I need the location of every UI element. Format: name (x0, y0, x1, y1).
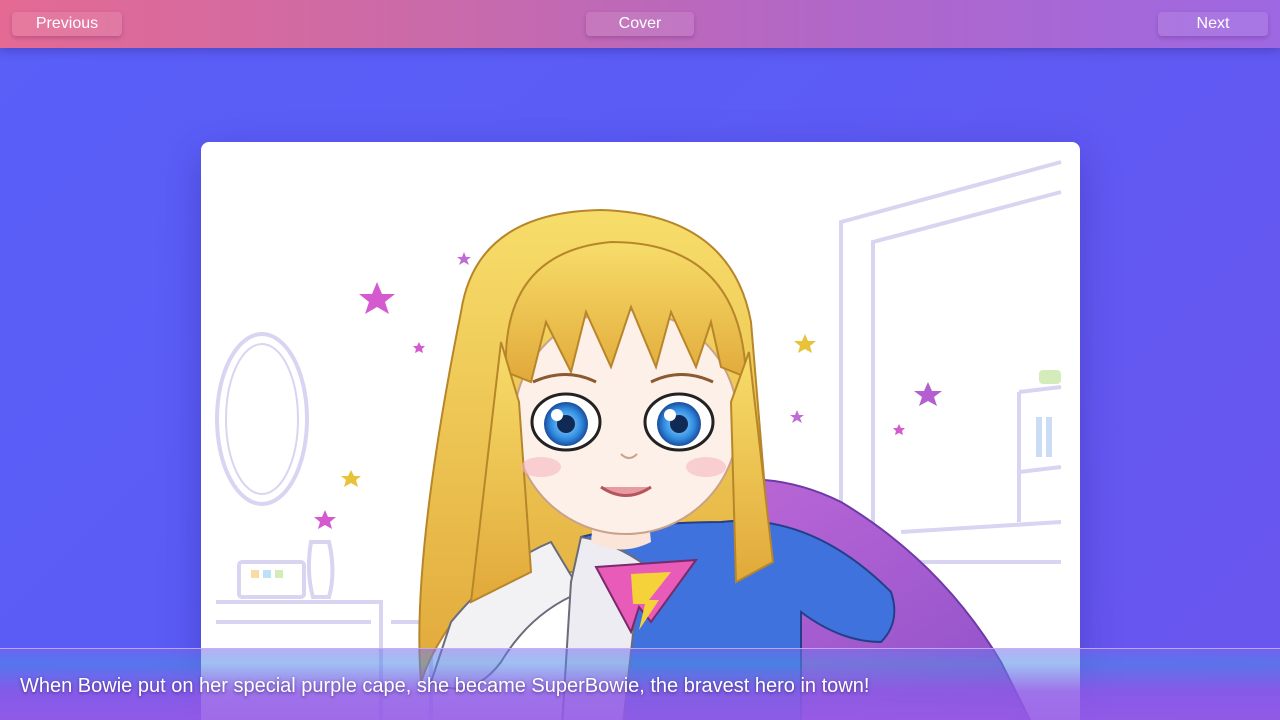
round-mirror (215, 332, 309, 506)
superbowie-illustration (215, 160, 1062, 720)
next-button[interactable]: Next (1158, 12, 1268, 36)
caption-bar: When Bowie put on her special purple cap… (0, 648, 1280, 720)
vase (306, 540, 335, 599)
story-page-card (201, 142, 1080, 720)
top-navigation-bar: Previous Cover Next (0, 0, 1280, 48)
window-frame (839, 160, 1062, 582)
photo-frame (237, 560, 306, 599)
cover-button[interactable]: Cover (586, 12, 694, 36)
previous-button[interactable]: Previous (12, 12, 122, 36)
story-caption: When Bowie put on her special purple cap… (20, 675, 870, 697)
